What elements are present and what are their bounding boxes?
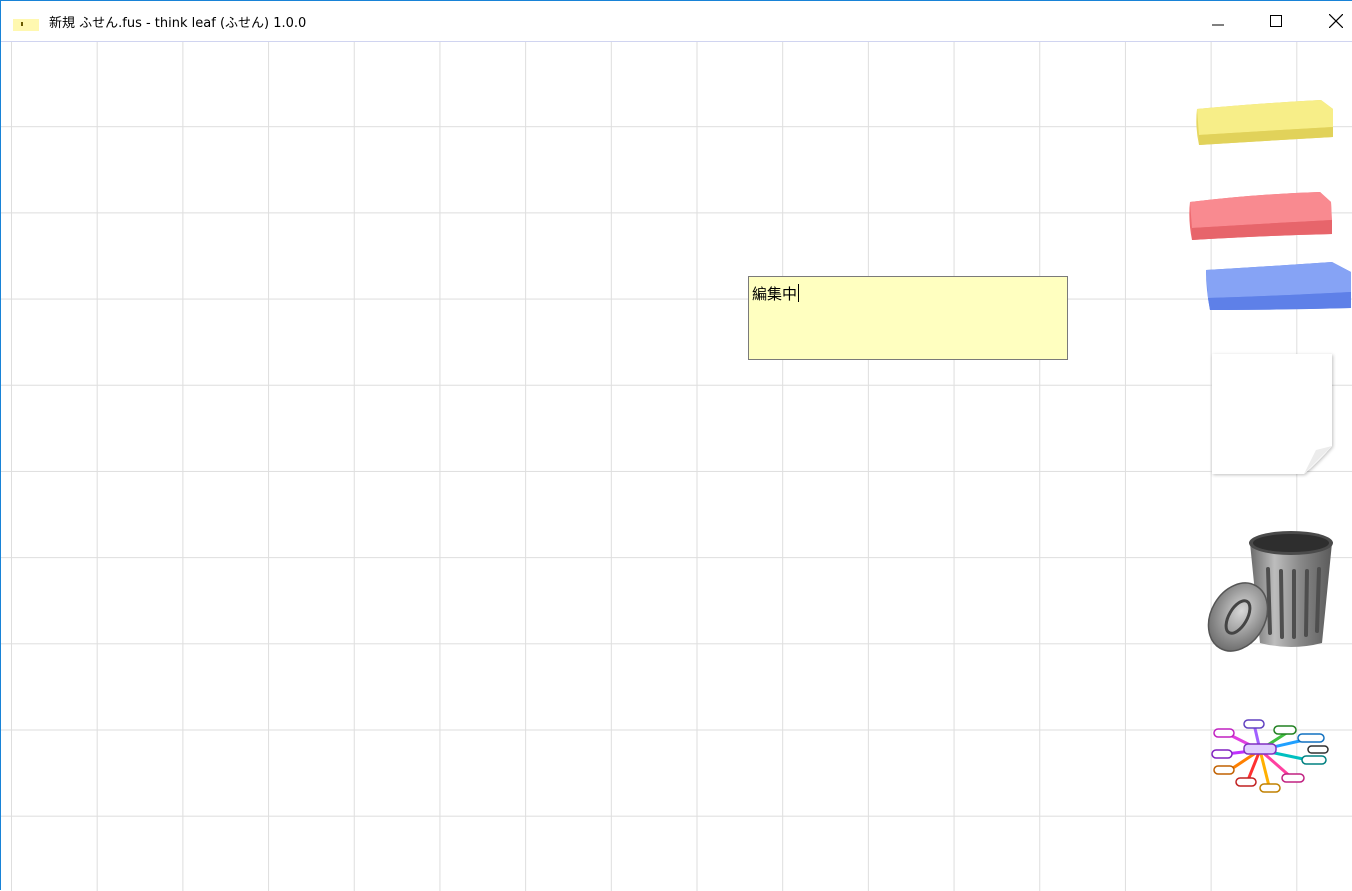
sticky-note-text[interactable]: 編集中 bbox=[752, 285, 797, 303]
close-icon bbox=[1329, 14, 1343, 28]
title-bar[interactable]: 新規 ふせん.fus - think leaf (ふせん) 1.0.0 bbox=[1, 1, 1352, 42]
sticky-note-editing[interactable]: 編集中 bbox=[748, 276, 1068, 360]
sticky-note-icon bbox=[13, 16, 39, 31]
minimize-icon bbox=[1212, 24, 1224, 26]
window-title: 新規 ふせん.fus - think leaf (ふせん) 1.0.0 bbox=[49, 16, 307, 31]
maximize-button[interactable] bbox=[1253, 1, 1299, 41]
minimize-button[interactable] bbox=[1195, 1, 1241, 41]
app-window: 新規 ふせん.fus - think leaf (ふせん) 1.0.0 編集中 bbox=[0, 0, 1352, 891]
maximize-icon bbox=[1270, 15, 1282, 27]
text-caret bbox=[798, 284, 800, 302]
close-button[interactable] bbox=[1313, 1, 1352, 41]
yellow-sticky-pad-icon[interactable] bbox=[1193, 97, 1338, 153]
red-sticky-pad-icon[interactable] bbox=[1186, 190, 1333, 249]
mind-map-icon[interactable] bbox=[1208, 718, 1330, 798]
blank-page-icon[interactable] bbox=[1208, 350, 1336, 482]
grid-canvas[interactable]: 編集中 bbox=[1, 42, 1352, 891]
trash-can-icon[interactable] bbox=[1206, 529, 1341, 658]
blue-sticky-pad-icon[interactable] bbox=[1204, 260, 1352, 318]
